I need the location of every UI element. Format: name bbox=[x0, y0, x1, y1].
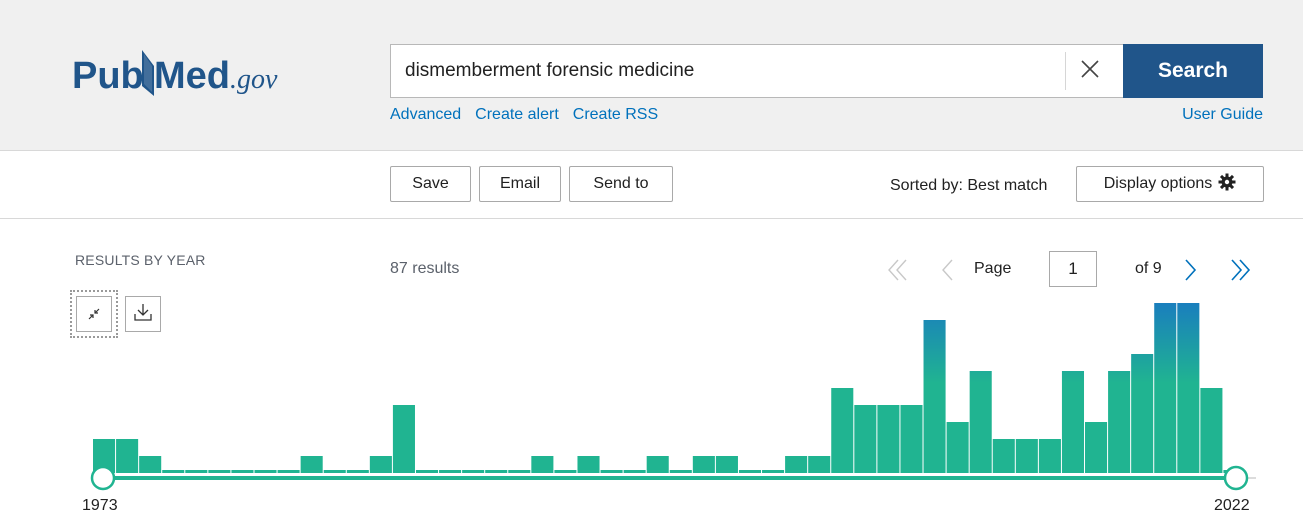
year-bar-2017[interactable] bbox=[1108, 371, 1131, 473]
year-bar-1994[interactable] bbox=[577, 456, 600, 473]
next-page-button[interactable] bbox=[1180, 256, 1200, 284]
svg-text:Med: Med bbox=[154, 55, 230, 97]
search-input[interactable] bbox=[390, 44, 1123, 98]
save-button[interactable]: Save bbox=[390, 166, 471, 202]
timeline-start-year: 1973 bbox=[82, 497, 118, 514]
year-bar-1999[interactable] bbox=[692, 456, 715, 473]
year-bar-2008[interactable] bbox=[900, 405, 923, 473]
year-bar-1976[interactable] bbox=[162, 470, 185, 473]
results-count: 87 results bbox=[390, 260, 460, 277]
year-bar-1983[interactable] bbox=[323, 470, 346, 473]
svg-text:.gov: .gov bbox=[230, 64, 278, 95]
double-chevron-left-icon bbox=[884, 259, 912, 288]
search-sublinks: Advanced Create alert Create RSS bbox=[390, 106, 672, 124]
year-bar-1979[interactable] bbox=[231, 470, 254, 473]
sort-selector[interactable]: Sorted by: Best match bbox=[890, 177, 1047, 195]
year-bar-1974[interactable] bbox=[116, 439, 139, 473]
year-bar-2009[interactable] bbox=[923, 320, 946, 473]
search-button[interactable]: Search bbox=[1123, 44, 1263, 98]
advanced-link[interactable]: Advanced bbox=[390, 106, 461, 123]
clear-search-button[interactable] bbox=[1065, 52, 1114, 90]
year-bar-2018[interactable] bbox=[1131, 354, 1154, 473]
total-pages-label: of 9 bbox=[1135, 260, 1162, 277]
year-bar-2007[interactable] bbox=[877, 405, 900, 473]
year-bar-1984[interactable] bbox=[346, 470, 369, 473]
header: Pub Med .gov Search Advanced Create alert… bbox=[0, 0, 1303, 151]
year-bar-1987[interactable] bbox=[415, 470, 439, 473]
year-bar-2012[interactable] bbox=[992, 439, 1015, 473]
year-bar-2000[interactable] bbox=[715, 456, 738, 473]
year-bar-2015[interactable] bbox=[1061, 371, 1085, 473]
year-bar-2016[interactable] bbox=[1085, 422, 1108, 473]
pubmed-logo[interactable]: Pub Med .gov bbox=[72, 44, 302, 104]
year-bar-1980[interactable] bbox=[254, 470, 277, 473]
email-button[interactable]: Email bbox=[479, 166, 561, 202]
year-bar-1975[interactable] bbox=[139, 456, 162, 473]
gear-icon bbox=[1218, 173, 1236, 196]
timeline-end-handle[interactable] bbox=[1223, 465, 1249, 491]
previous-page-button[interactable] bbox=[938, 256, 958, 284]
close-icon bbox=[1080, 59, 1100, 84]
year-bar-1997[interactable] bbox=[646, 456, 669, 473]
year-bar-1998[interactable] bbox=[669, 470, 692, 473]
timeline-end-year: 2022 bbox=[1214, 497, 1250, 514]
year-bar-1992[interactable] bbox=[531, 456, 554, 473]
year-bar-1977[interactable] bbox=[185, 470, 208, 473]
chevron-left-icon bbox=[938, 259, 958, 288]
year-bar-1988[interactable] bbox=[439, 470, 462, 473]
create-rss-link[interactable]: Create RSS bbox=[573, 106, 658, 123]
search-bar: Search bbox=[390, 44, 1263, 98]
page-number-input[interactable]: 1 bbox=[1049, 251, 1097, 287]
year-bar-2021[interactable] bbox=[1200, 388, 1223, 473]
create-alert-link[interactable]: Create alert bbox=[475, 106, 559, 123]
year-bar-1981[interactable] bbox=[277, 470, 300, 473]
user-guide-link[interactable]: User Guide bbox=[1182, 106, 1263, 124]
year-bar-2005[interactable] bbox=[831, 388, 854, 473]
display-options-button[interactable]: Display options bbox=[1076, 166, 1264, 202]
year-bar-1986[interactable] bbox=[392, 405, 415, 473]
year-bar-1978[interactable] bbox=[208, 470, 231, 473]
year-bar-1995[interactable] bbox=[600, 470, 623, 473]
results-by-year-heading: RESULTS BY YEAR bbox=[75, 252, 206, 268]
year-bar-2019[interactable] bbox=[1154, 303, 1177, 473]
first-page-button[interactable] bbox=[884, 256, 912, 284]
year-bar-2003[interactable] bbox=[785, 456, 808, 473]
year-bar-1989[interactable] bbox=[462, 470, 485, 473]
year-bar-1985[interactable] bbox=[369, 456, 392, 473]
page-label: Page bbox=[974, 260, 1012, 277]
year-bar-2002[interactable] bbox=[762, 470, 785, 473]
display-options-label: Display options bbox=[1103, 175, 1213, 192]
year-bar-1991[interactable] bbox=[508, 470, 531, 473]
chevron-right-icon bbox=[1180, 259, 1200, 288]
last-page-button[interactable] bbox=[1226, 256, 1254, 284]
year-bar-1982[interactable] bbox=[300, 456, 323, 473]
year-bar-2014[interactable] bbox=[1038, 439, 1061, 473]
year-bar-2004[interactable] bbox=[808, 456, 831, 473]
year-bar-2020[interactable] bbox=[1177, 303, 1200, 473]
year-bar-2013[interactable] bbox=[1015, 439, 1038, 473]
year-bar-1996[interactable] bbox=[623, 470, 646, 473]
year-bar-2010[interactable] bbox=[946, 422, 969, 473]
timeline-start-handle[interactable] bbox=[90, 465, 116, 491]
results-toolbar: Save Email Send to Sorted by: Best match… bbox=[0, 151, 1303, 219]
year-bar-2011[interactable] bbox=[969, 371, 992, 473]
year-bar-1993[interactable] bbox=[554, 470, 577, 473]
send-to-button[interactable]: Send to bbox=[569, 166, 673, 202]
results-by-year-chart[interactable] bbox=[0, 290, 1303, 495]
year-bar-2001[interactable] bbox=[738, 470, 762, 473]
year-bar-1990[interactable] bbox=[485, 470, 508, 473]
svg-text:Pub: Pub bbox=[72, 55, 144, 97]
double-chevron-right-icon bbox=[1226, 259, 1254, 288]
year-bar-2006[interactable] bbox=[854, 405, 877, 473]
